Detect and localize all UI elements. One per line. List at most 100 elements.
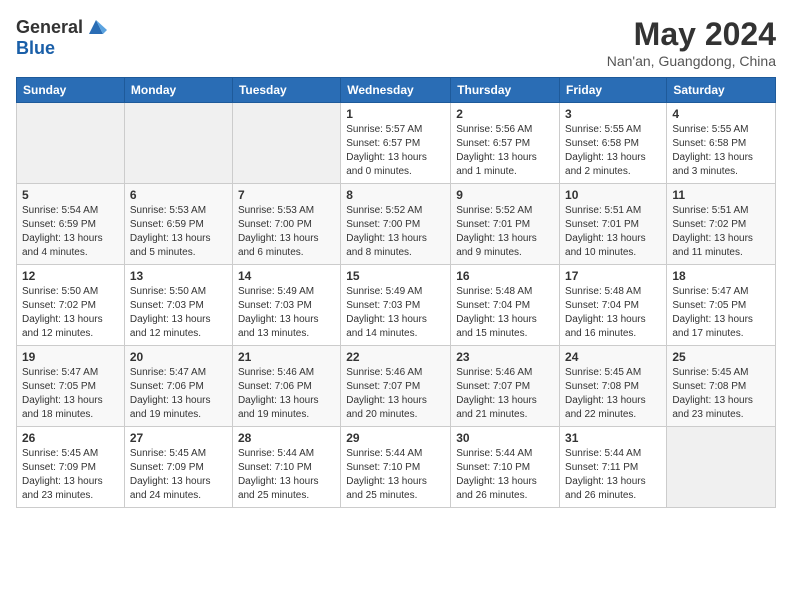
day-number: 3 xyxy=(565,107,661,121)
day-info: Sunrise: 5:49 AM Sunset: 7:03 PM Dayligh… xyxy=(238,285,335,341)
calendar-cell: 6 Sunrise: 5:53 AM Sunset: 6:59 PM Daylig… xyxy=(124,184,232,265)
column-header-saturday: Saturday xyxy=(667,78,776,103)
day-number: 17 xyxy=(565,269,661,283)
calendar-cell: 9 Sunrise: 5:52 AM Sunset: 7:01 PM Daylig… xyxy=(451,184,560,265)
column-header-monday: Monday xyxy=(124,78,232,103)
day-number: 23 xyxy=(456,350,554,364)
calendar-header-row: SundayMondayTuesdayWednesdayThursdayFrid… xyxy=(17,78,776,103)
day-number: 21 xyxy=(238,350,335,364)
day-number: 13 xyxy=(130,269,227,283)
day-number: 8 xyxy=(346,188,445,202)
calendar-cell: 10 Sunrise: 5:51 AM Sunset: 7:01 PM Dayli… xyxy=(560,184,667,265)
calendar-cell: 7Sunrise: 5:53 AM Sunset: 7:00 PM Daylig… xyxy=(232,184,340,265)
day-info: Sunrise: 5:53 AM Sunset: 7:00 PM Dayligh… xyxy=(238,204,335,260)
calendar-cell: 20 Sunrise: 5:47 AM Sunset: 7:06 PM Dayli… xyxy=(124,346,232,427)
day-number: 1 xyxy=(346,107,445,121)
day-number: 26 xyxy=(22,431,119,445)
calendar-cell: 4 Sunrise: 5:55 AM Sunset: 6:58 PM Daylig… xyxy=(667,103,776,184)
calendar-cell: 14 Sunrise: 5:49 AM Sunset: 7:03 PM Dayli… xyxy=(232,265,340,346)
day-number: 14 xyxy=(238,269,335,283)
day-info: Sunrise: 5:47 AM Sunset: 7:05 PM Dayligh… xyxy=(22,366,119,422)
calendar-cell: 11Sunrise: 5:51 AM Sunset: 7:02 PM Dayli… xyxy=(667,184,776,265)
calendar-cell: 29 Sunrise: 5:44 AM Sunset: 7:10 PM Dayli… xyxy=(341,427,451,508)
day-number: 15 xyxy=(346,269,445,283)
calendar-week-3: 19 Sunrise: 5:47 AM Sunset: 7:05 PM Dayli… xyxy=(17,346,776,427)
day-info: Sunrise: 5:50 AM Sunset: 7:03 PM Dayligh… xyxy=(130,285,227,341)
day-number: 4 xyxy=(672,107,770,121)
calendar-cell: 28 Sunrise: 5:44 AM Sunset: 7:10 PM Dayli… xyxy=(232,427,340,508)
day-number: 16 xyxy=(456,269,554,283)
day-info: Sunrise: 5:51 AM Sunset: 7:02 PM Dayligh… xyxy=(672,204,770,260)
column-header-tuesday: Tuesday xyxy=(232,78,340,103)
column-header-sunday: Sunday xyxy=(17,78,125,103)
day-info: Sunrise: 5:48 AM Sunset: 7:04 PM Dayligh… xyxy=(456,285,554,341)
calendar-week-0: 1 Sunrise: 5:57 AM Sunset: 6:57 PM Daylig… xyxy=(17,103,776,184)
day-info: Sunrise: 5:52 AM Sunset: 7:01 PM Dayligh… xyxy=(456,204,554,260)
day-info: Sunrise: 5:44 AM Sunset: 7:10 PM Dayligh… xyxy=(456,447,554,503)
calendar-cell: 1 Sunrise: 5:57 AM Sunset: 6:57 PM Daylig… xyxy=(341,103,451,184)
day-info: Sunrise: 5:46 AM Sunset: 7:07 PM Dayligh… xyxy=(346,366,445,422)
day-number: 19 xyxy=(22,350,119,364)
month-title: May 2024 xyxy=(607,16,776,53)
day-number: 30 xyxy=(456,431,554,445)
calendar-cell: 27Sunrise: 5:45 AM Sunset: 7:09 PM Dayli… xyxy=(124,427,232,508)
day-number: 24 xyxy=(565,350,661,364)
day-number: 29 xyxy=(346,431,445,445)
calendar-cell: 26 Sunrise: 5:45 AM Sunset: 7:09 PM Dayli… xyxy=(17,427,125,508)
day-info: Sunrise: 5:48 AM Sunset: 7:04 PM Dayligh… xyxy=(565,285,661,341)
day-info: Sunrise: 5:45 AM Sunset: 7:09 PM Dayligh… xyxy=(22,447,119,503)
calendar-week-1: 5 Sunrise: 5:54 AM Sunset: 6:59 PM Daylig… xyxy=(17,184,776,265)
day-info: Sunrise: 5:45 AM Sunset: 7:08 PM Dayligh… xyxy=(565,366,661,422)
calendar-cell xyxy=(232,103,340,184)
day-info: Sunrise: 5:54 AM Sunset: 6:59 PM Dayligh… xyxy=(22,204,119,260)
calendar-cell: 24 Sunrise: 5:45 AM Sunset: 7:08 PM Dayli… xyxy=(560,346,667,427)
day-info: Sunrise: 5:55 AM Sunset: 6:58 PM Dayligh… xyxy=(565,123,661,179)
day-info: Sunrise: 5:51 AM Sunset: 7:01 PM Dayligh… xyxy=(565,204,661,260)
day-number: 18 xyxy=(672,269,770,283)
day-number: 9 xyxy=(456,188,554,202)
day-info: Sunrise: 5:55 AM Sunset: 6:58 PM Dayligh… xyxy=(672,123,770,179)
calendar-cell xyxy=(667,427,776,508)
day-number: 28 xyxy=(238,431,335,445)
calendar-cell: 8 Sunrise: 5:52 AM Sunset: 7:00 PM Daylig… xyxy=(341,184,451,265)
day-info: Sunrise: 5:46 AM Sunset: 7:06 PM Dayligh… xyxy=(238,366,335,422)
day-info: Sunrise: 5:44 AM Sunset: 7:10 PM Dayligh… xyxy=(238,447,335,503)
calendar-cell: 3 Sunrise: 5:55 AM Sunset: 6:58 PM Daylig… xyxy=(560,103,667,184)
day-number: 20 xyxy=(130,350,227,364)
logo-general-text: General xyxy=(16,17,83,38)
day-info: Sunrise: 5:56 AM Sunset: 6:57 PM Dayligh… xyxy=(456,123,554,179)
page-header: General Blue May 2024 Nan'an, Guangdong,… xyxy=(16,16,776,69)
day-info: Sunrise: 5:47 AM Sunset: 7:06 PM Dayligh… xyxy=(130,366,227,422)
day-info: Sunrise: 5:53 AM Sunset: 6:59 PM Dayligh… xyxy=(130,204,227,260)
calendar-week-4: 26 Sunrise: 5:45 AM Sunset: 7:09 PM Dayli… xyxy=(17,427,776,508)
calendar-cell: 13 Sunrise: 5:50 AM Sunset: 7:03 PM Dayli… xyxy=(124,265,232,346)
calendar-cell: 30 Sunrise: 5:44 AM Sunset: 7:10 PM Dayli… xyxy=(451,427,560,508)
day-info: Sunrise: 5:44 AM Sunset: 7:10 PM Dayligh… xyxy=(346,447,445,503)
day-info: Sunrise: 5:46 AM Sunset: 7:07 PM Dayligh… xyxy=(456,366,554,422)
day-info: Sunrise: 5:45 AM Sunset: 7:08 PM Dayligh… xyxy=(672,366,770,422)
calendar-cell: 19 Sunrise: 5:47 AM Sunset: 7:05 PM Dayli… xyxy=(17,346,125,427)
calendar-cell: 25 Sunrise: 5:45 AM Sunset: 7:08 PM Dayli… xyxy=(667,346,776,427)
day-number: 12 xyxy=(22,269,119,283)
calendar-cell: 12 Sunrise: 5:50 AM Sunset: 7:02 PM Dayli… xyxy=(17,265,125,346)
day-info: Sunrise: 5:57 AM Sunset: 6:57 PM Dayligh… xyxy=(346,123,445,179)
calendar-cell: 31Sunrise: 5:44 AM Sunset: 7:11 PM Dayli… xyxy=(560,427,667,508)
calendar-cell: 15 Sunrise: 5:49 AM Sunset: 7:03 PM Dayli… xyxy=(341,265,451,346)
day-info: Sunrise: 5:50 AM Sunset: 7:02 PM Dayligh… xyxy=(22,285,119,341)
calendar-cell: 18Sunrise: 5:47 AM Sunset: 7:05 PM Dayli… xyxy=(667,265,776,346)
day-info: Sunrise: 5:44 AM Sunset: 7:11 PM Dayligh… xyxy=(565,447,661,503)
day-info: Sunrise: 5:45 AM Sunset: 7:09 PM Dayligh… xyxy=(130,447,227,503)
column-header-wednesday: Wednesday xyxy=(341,78,451,103)
calendar-cell: 5 Sunrise: 5:54 AM Sunset: 6:59 PM Daylig… xyxy=(17,184,125,265)
day-number: 10 xyxy=(565,188,661,202)
day-info: Sunrise: 5:49 AM Sunset: 7:03 PM Dayligh… xyxy=(346,285,445,341)
day-number: 25 xyxy=(672,350,770,364)
day-number: 5 xyxy=(22,188,119,202)
day-number: 6 xyxy=(130,188,227,202)
calendar-cell xyxy=(17,103,125,184)
location: Nan'an, Guangdong, China xyxy=(607,53,776,69)
day-number: 2 xyxy=(456,107,554,121)
logo-icon xyxy=(85,16,107,38)
calendar-week-2: 12 Sunrise: 5:50 AM Sunset: 7:02 PM Dayli… xyxy=(17,265,776,346)
day-info: Sunrise: 5:52 AM Sunset: 7:00 PM Dayligh… xyxy=(346,204,445,260)
